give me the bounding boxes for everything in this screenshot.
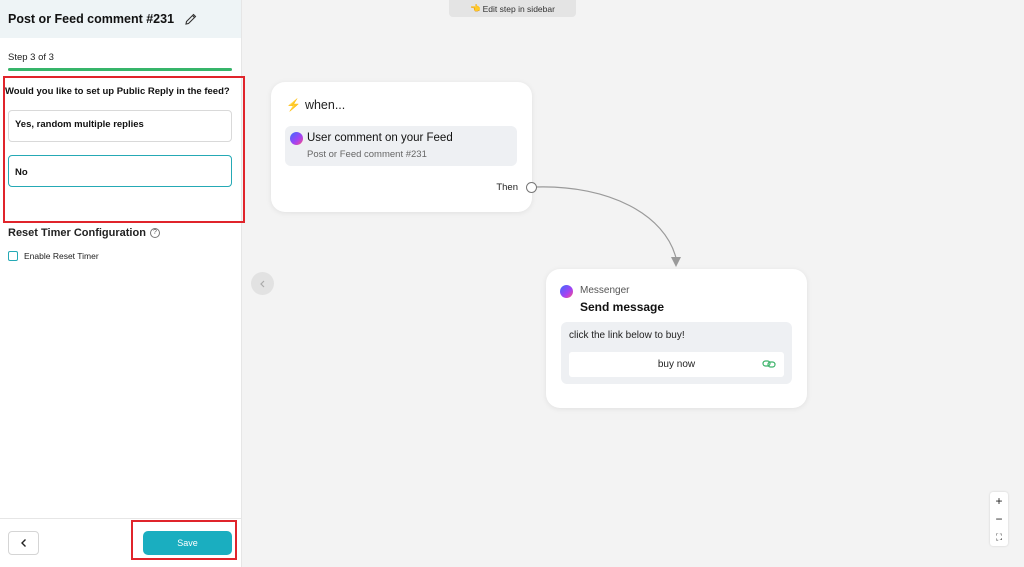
trigger-title: User comment on your Feed xyxy=(307,132,453,144)
lightning-icon: ⚡ xyxy=(286,98,301,112)
messenger-icon xyxy=(290,132,303,145)
collapse-sidebar-button[interactable] xyxy=(251,272,274,295)
trigger-subtitle: Post or Feed comment #231 xyxy=(307,149,427,160)
message-preview[interactable]: click the link below to buy! buy now xyxy=(561,322,792,384)
buy-now-label: buy now xyxy=(657,359,696,370)
action-card[interactable]: Messenger Send message click the link be… xyxy=(546,269,807,408)
action-title: Send message xyxy=(580,300,665,314)
trigger-detail[interactable]: User comment on your Feed Post or Feed c… xyxy=(285,126,517,166)
connector-handle[interactable] xyxy=(526,182,537,193)
chevron-left-icon xyxy=(259,280,264,287)
zoom-in-button[interactable]: + xyxy=(990,495,1008,507)
when-label: when... xyxy=(304,98,346,112)
zoom-out-button[interactable]: − xyxy=(990,513,1008,525)
action-type: Messenger xyxy=(580,285,630,296)
when-header: ⚡ when... xyxy=(286,98,345,112)
trigger-card[interactable]: ⚡ when... User comment on your Feed Post… xyxy=(271,82,537,212)
fit-view-button[interactable]: ⛶ xyxy=(990,531,1008,543)
messenger-icon xyxy=(560,285,573,298)
zoom-controls: + − ⛶ xyxy=(990,492,1008,546)
link-icon xyxy=(762,360,776,368)
buy-now-button[interactable]: buy now xyxy=(569,352,784,377)
then-label: Then xyxy=(496,182,518,193)
message-text: click the link below to buy! xyxy=(569,330,685,341)
